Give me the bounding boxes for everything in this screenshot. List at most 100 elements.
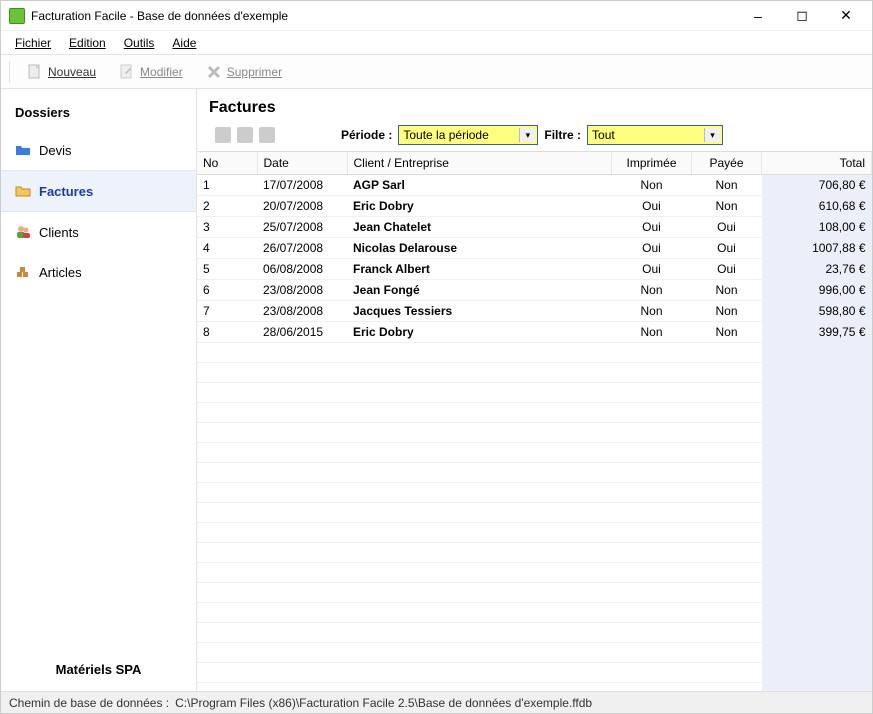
table-row-empty: [197, 523, 872, 543]
table-header-row: No Date Client / Entreprise Imprimée Pay…: [197, 152, 872, 175]
delete-button[interactable]: Supprimer: [197, 59, 290, 85]
table-body: 117/07/2008AGP SarlNonNon706,80 €220/07/…: [197, 175, 872, 692]
chevron-down-icon: ▾: [704, 128, 720, 142]
menu-edit[interactable]: Edition: [61, 34, 114, 52]
sidebar-header: Dossiers: [1, 89, 196, 130]
cell-client: Eric Dobry: [347, 322, 612, 343]
cell-no: 5: [197, 259, 257, 280]
toolbar: Nouveau Modifier Supprimer: [1, 55, 872, 89]
view-icon-1[interactable]: [215, 127, 231, 143]
close-button[interactable]: ✕: [824, 2, 868, 30]
col-client[interactable]: Client / Entreprise: [347, 152, 612, 175]
table-row[interactable]: 506/08/2008Franck AlbertOuiOui23,76 €: [197, 259, 872, 280]
sidebar-item-clients[interactable]: Clients: [1, 212, 196, 252]
col-no[interactable]: No: [197, 152, 257, 175]
col-total[interactable]: Total: [762, 152, 872, 175]
cell-client: Jean Fongé: [347, 280, 612, 301]
table-row-empty: [197, 483, 872, 503]
table-row-empty: [197, 383, 872, 403]
modify-label: Modifier: [140, 65, 183, 79]
period-label: Période :: [341, 128, 392, 142]
cell-total: 610,68 €: [762, 196, 872, 217]
delete-label: Supprimer: [227, 65, 282, 79]
table-row[interactable]: 325/07/2008Jean ChateletOuiOui108,00 €: [197, 217, 872, 238]
view-icons: [215, 127, 275, 143]
cell-printed: Oui: [612, 217, 692, 238]
filter-row: Période : Toute la période ▾ Filtre : To…: [205, 121, 864, 151]
table-row-empty: [197, 543, 872, 563]
chevron-down-icon: ▾: [519, 128, 535, 142]
statusbar: Chemin de base de données : C:\Program F…: [1, 691, 872, 713]
minimize-button[interactable]: –: [736, 2, 780, 30]
filter-combo[interactable]: Tout ▾: [587, 125, 723, 145]
boxes-icon: [15, 264, 31, 280]
menubar: Fichier Edition Outils Aide: [1, 31, 872, 55]
table-row[interactable]: 220/07/2008Eric DobryOuiNon610,68 €: [197, 196, 872, 217]
menu-help[interactable]: Aide: [164, 34, 204, 52]
period-value: Toute la période: [403, 128, 488, 142]
statusbar-path: C:\Program Files (x86)\Facturation Facil…: [175, 696, 592, 710]
table-wrap[interactable]: No Date Client / Entreprise Imprimée Pay…: [197, 151, 872, 691]
period-combo[interactable]: Toute la période ▾: [398, 125, 538, 145]
cell-date: 06/08/2008: [257, 259, 347, 280]
window-title: Facturation Facile - Base de données d'e…: [31, 9, 736, 23]
sidebar-item-label: Articles: [39, 265, 82, 280]
table-row-empty: [197, 363, 872, 383]
folder-open-icon: [15, 183, 31, 199]
table-row[interactable]: 828/06/2015Eric DobryNonNon399,75 €: [197, 322, 872, 343]
view-icon-3[interactable]: [259, 127, 275, 143]
sidebar-footer: Matériels SPA: [1, 648, 196, 691]
cell-paid: Non: [692, 301, 762, 322]
cell-date: 26/07/2008: [257, 238, 347, 259]
modify-button[interactable]: Modifier: [110, 59, 191, 85]
table-row-empty: [197, 563, 872, 583]
sidebar-item-label: Factures: [39, 184, 93, 199]
cell-printed: Oui: [612, 259, 692, 280]
col-printed[interactable]: Imprimée: [612, 152, 692, 175]
cell-no: 7: [197, 301, 257, 322]
table-row[interactable]: 117/07/2008AGP SarlNonNon706,80 €: [197, 175, 872, 196]
cell-total: 706,80 €: [762, 175, 872, 196]
table-row-empty: [197, 463, 872, 483]
table-row[interactable]: 426/07/2008Nicolas DelarouseOuiOui1007,8…: [197, 238, 872, 259]
cell-no: 1: [197, 175, 257, 196]
sidebar-item-articles[interactable]: Articles: [1, 252, 196, 292]
menu-tools[interactable]: Outils: [116, 34, 163, 52]
cell-total: 23,76 €: [762, 259, 872, 280]
table-row-empty: [197, 683, 872, 692]
cell-paid: Oui: [692, 217, 762, 238]
table-row-empty: [197, 443, 872, 463]
table-row-empty: [197, 623, 872, 643]
cell-client: Jacques Tessiers: [347, 301, 612, 322]
modify-icon: [118, 63, 136, 81]
cell-no: 6: [197, 280, 257, 301]
titlebar: Facturation Facile - Base de données d'e…: [1, 1, 872, 31]
cell-printed: Non: [612, 280, 692, 301]
cell-no: 2: [197, 196, 257, 217]
sidebar-item-factures[interactable]: Factures: [1, 170, 196, 212]
filter-label: Filtre :: [544, 128, 581, 142]
new-icon: [26, 63, 44, 81]
cell-paid: Non: [692, 175, 762, 196]
toolbar-separator: [9, 61, 10, 83]
statusbar-label: Chemin de base de données :: [9, 696, 169, 710]
people-icon: [15, 224, 31, 240]
cell-client: Nicolas Delarouse: [347, 238, 612, 259]
cell-date: 28/06/2015: [257, 322, 347, 343]
table-row-empty: [197, 643, 872, 663]
maximize-button[interactable]: ◻: [780, 2, 824, 30]
sidebar-item-devis[interactable]: Devis: [1, 130, 196, 170]
col-date[interactable]: Date: [257, 152, 347, 175]
cell-client: Jean Chatelet: [347, 217, 612, 238]
cell-total: 399,75 €: [762, 322, 872, 343]
main-area: Dossiers Devis Factures Clients: [1, 89, 872, 691]
sidebar-items: Devis Factures Clients Articles: [1, 130, 196, 648]
new-button[interactable]: Nouveau: [18, 59, 104, 85]
col-paid[interactable]: Payée: [692, 152, 762, 175]
menu-file[interactable]: Fichier: [7, 34, 59, 52]
cell-paid: Oui: [692, 259, 762, 280]
table-row[interactable]: 723/08/2008Jacques TessiersNonNon598,80 …: [197, 301, 872, 322]
view-icon-2[interactable]: [237, 127, 253, 143]
cell-total: 108,00 €: [762, 217, 872, 238]
table-row[interactable]: 623/08/2008Jean FongéNonNon996,00 €: [197, 280, 872, 301]
